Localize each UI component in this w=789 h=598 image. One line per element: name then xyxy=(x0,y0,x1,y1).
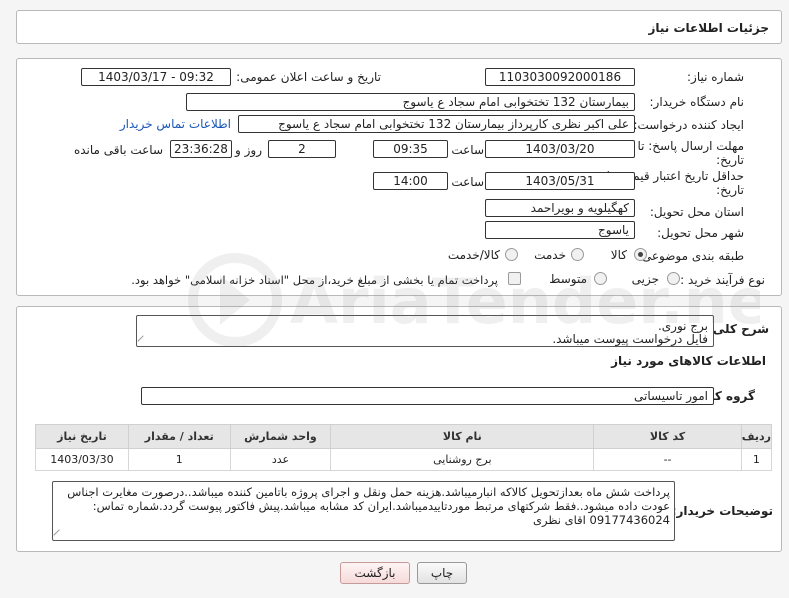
row-qty: 1 xyxy=(127,448,231,471)
col-unit: واحد شمارش xyxy=(229,424,332,449)
treasury-payment-checkbox[interactable] xyxy=(508,272,521,285)
table-row[interactable]: 1 -- برج روشنایی عدد 1 1403/03/30 xyxy=(35,448,773,471)
goods-table: ردیف کد کالا نام کالا واحد شمارش تعداد /… xyxy=(35,424,773,471)
back-button[interactable]: بازگشت xyxy=(340,562,410,584)
print-button[interactable]: چاپ xyxy=(417,562,467,584)
col-code: کد کالا xyxy=(593,424,742,449)
buyer-org-label: نام دستگاه خریدار: xyxy=(649,95,745,109)
summary-line-2: فایل درخواست پیوست میباشد. xyxy=(552,332,708,346)
need-number-field: 1103030092000186 xyxy=(485,68,635,86)
process-type-label: نوع فرآیند خرید : xyxy=(680,273,765,287)
process-option-medium: متوسط xyxy=(549,272,587,286)
category-radio-goods-service[interactable] xyxy=(505,248,518,261)
reply-deadline-label: مهلت ارسال پاسخ: تا xyxy=(637,139,744,153)
category-option-service: خدمت xyxy=(534,248,566,262)
validity-time-field: 14:00 xyxy=(373,172,448,190)
reply-date-field: 1403/03/20 xyxy=(485,140,635,158)
treasury-payment-note: پرداخت تمام یا بخشی از مبلغ خرید،از محل … xyxy=(131,273,498,287)
city-label: شهر محل تحویل: xyxy=(657,226,744,240)
reply-time-label: ساعت xyxy=(451,143,484,157)
row-unit: عدد xyxy=(229,448,332,471)
buyer-org-field: بیمارستان 132 تختخوابی امام سجاد ع یاسوج xyxy=(186,93,635,111)
row-code: -- xyxy=(593,448,742,471)
price-validity-label-2: تاریخ: xyxy=(716,183,744,197)
category-radio-goods[interactable] xyxy=(634,248,647,261)
category-option-goods: کالا xyxy=(610,248,627,262)
col-row: ردیف xyxy=(740,424,773,449)
page-title: جزئیات اطلاعات نیاز xyxy=(648,21,769,35)
days-label: روز و xyxy=(235,143,262,157)
buyer-notes-box: پرداخت شش ماه بعدازتحویل کالاکه انبارمیب… xyxy=(52,481,675,541)
contact-buyer-link[interactable]: اطلاعات تماس خریدار xyxy=(120,117,231,131)
city-field: یاسوج xyxy=(485,221,635,239)
goods-section-title: اطلاعات کالاهای مورد نیاز xyxy=(611,354,766,368)
need-number-label: شماره نیاز: xyxy=(687,70,744,84)
remaining-time-field: 23:36:28 xyxy=(170,140,232,158)
reply-deadline-label-2: تاریخ: xyxy=(716,153,744,167)
goods-group-field: امور تاسیساتی xyxy=(141,387,714,405)
col-name: نام کالا xyxy=(330,424,595,449)
province-field: کهگیلویه و بویراحمد xyxy=(485,199,635,217)
announce-datetime-field: 1403/03/17 - 09:32 xyxy=(81,68,231,86)
col-qty: تعداد / مقدار xyxy=(127,424,231,449)
validity-date-field: 1403/05/31 xyxy=(485,172,635,190)
creator-field: علی اکبر نظری کارپرداز بیمارستان 132 تخت… xyxy=(238,115,635,133)
category-option-goods-service: کالا/خدمت xyxy=(447,248,500,262)
category-label: طبقه بندی موضوعی: xyxy=(637,249,744,263)
process-radio-minor[interactable] xyxy=(667,272,680,285)
goods-table-header: ردیف کد کالا نام کالا واحد شمارش تعداد /… xyxy=(35,424,773,449)
summary-textarea: برج نوری. فایل درخواست پیوست میباشد. xyxy=(136,315,714,347)
row-number: 1 xyxy=(740,448,773,471)
col-date: تاریخ نیاز xyxy=(35,424,129,449)
header-panel: جزئیات اطلاعات نیاز xyxy=(16,10,782,44)
remaining-time-label: ساعت باقی مانده xyxy=(73,143,163,157)
province-label: استان محل تحویل: xyxy=(649,205,744,219)
process-radio-medium[interactable] xyxy=(594,272,607,285)
row-date: 1403/03/30 xyxy=(35,448,129,471)
resize-grip-icon-2[interactable] xyxy=(53,529,65,540)
announce-datetime-label: تاریخ و ساعت اعلان عمومی: xyxy=(236,70,381,84)
buyer-notes-text: پرداخت شش ماه بعدازتحویل کالاکه انبارمیب… xyxy=(67,485,670,527)
days-remaining-field: 2 xyxy=(268,140,336,158)
reply-time-field: 09:35 xyxy=(373,140,448,158)
row-name: برج روشنایی xyxy=(330,448,595,471)
validity-time-label: ساعت xyxy=(451,175,484,189)
creator-label: ایجاد کننده درخواست: xyxy=(633,118,744,132)
category-radio-service[interactable] xyxy=(571,248,584,261)
buyer-notes-label: توضیحات خریدار: xyxy=(671,504,773,518)
process-option-minor: جزیی xyxy=(631,272,659,286)
